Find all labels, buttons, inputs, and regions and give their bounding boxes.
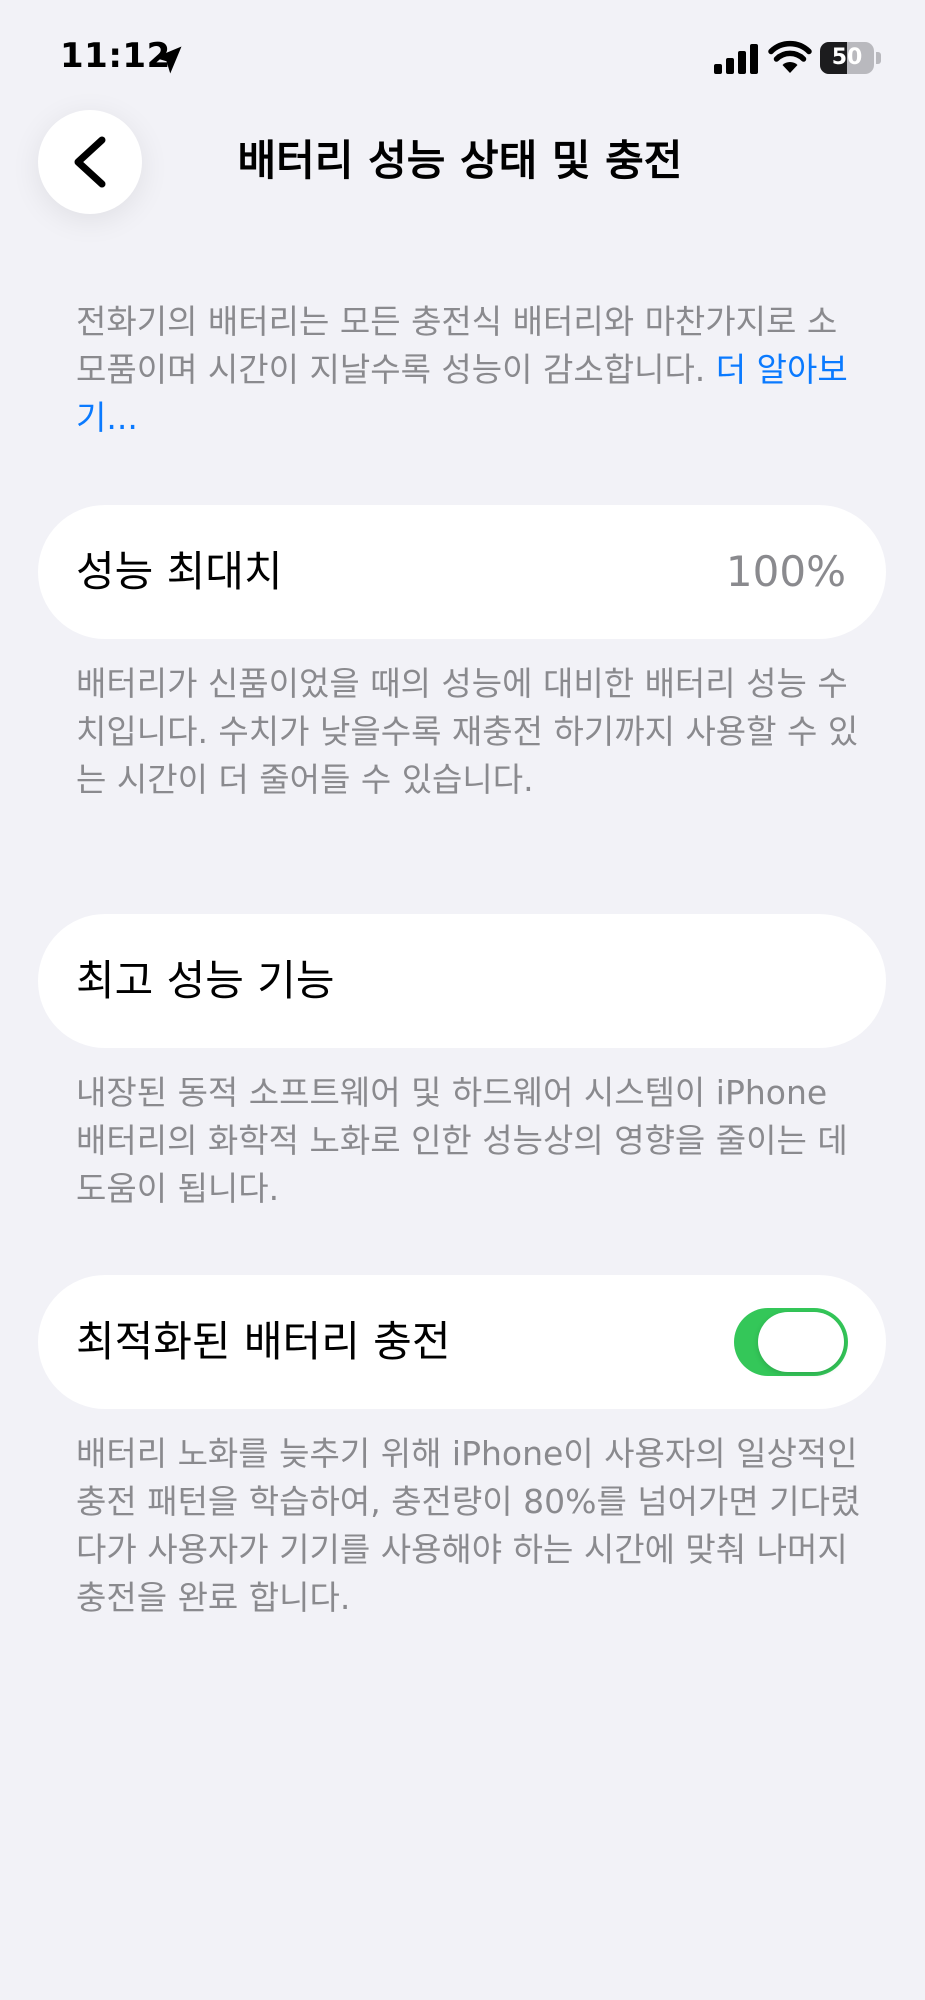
battery-icon: 50 <box>820 42 882 74</box>
back-button[interactable] <box>38 110 142 214</box>
intro-text: 전화기의 배터리는 모든 충전식 배터리와 마찬가지로 소모품이며 시간이 지날… <box>76 298 866 442</box>
peak-performance-cell: 최고 성능 기능 <box>38 914 886 1048</box>
optimized-charging-label: 최적화된 배터리 충전 <box>76 1317 451 1366</box>
battery-cap <box>876 52 881 64</box>
optimized-charging-cell: 최적화된 배터리 충전 <box>38 1275 886 1409</box>
location-arrow-icon <box>154 46 182 74</box>
wifi-icon <box>768 40 812 73</box>
optimized-charging-toggle[interactable] <box>734 1308 848 1376</box>
battery-level: 50 <box>831 45 863 70</box>
peak-performance-footnote: 내장된 동적 소프트웨어 및 하드웨어 시스템이 iPhone 배터리의 화학적… <box>76 1073 848 1208</box>
maximum-capacity-value: 100% <box>725 547 846 596</box>
toggle-knob <box>758 1312 844 1372</box>
optimized-charging-footnote: 배터리 노화를 늦추기 위해 iPhone이 사용자의 일상적인 충전 패턴을 … <box>76 1434 861 1617</box>
peak-performance-label: 최고 성능 기능 <box>76 956 335 1005</box>
maximum-capacity-cell: 성능 최대치 100% <box>38 505 886 639</box>
status-bar: 11:12 50 <box>0 0 925 120</box>
chevron-left-icon <box>74 136 106 188</box>
cellular-signal-icon <box>714 44 758 74</box>
battery-body: 50 <box>820 42 874 74</box>
maximum-capacity-label: 성능 최대치 <box>76 547 283 596</box>
maximum-capacity-footnote: 배터리가 신품이었을 때의 성능에 대비한 배터리 성능 수치입니다. 수치가 … <box>76 664 859 799</box>
page-title: 배터리 성능 상태 및 충전 <box>237 136 683 185</box>
